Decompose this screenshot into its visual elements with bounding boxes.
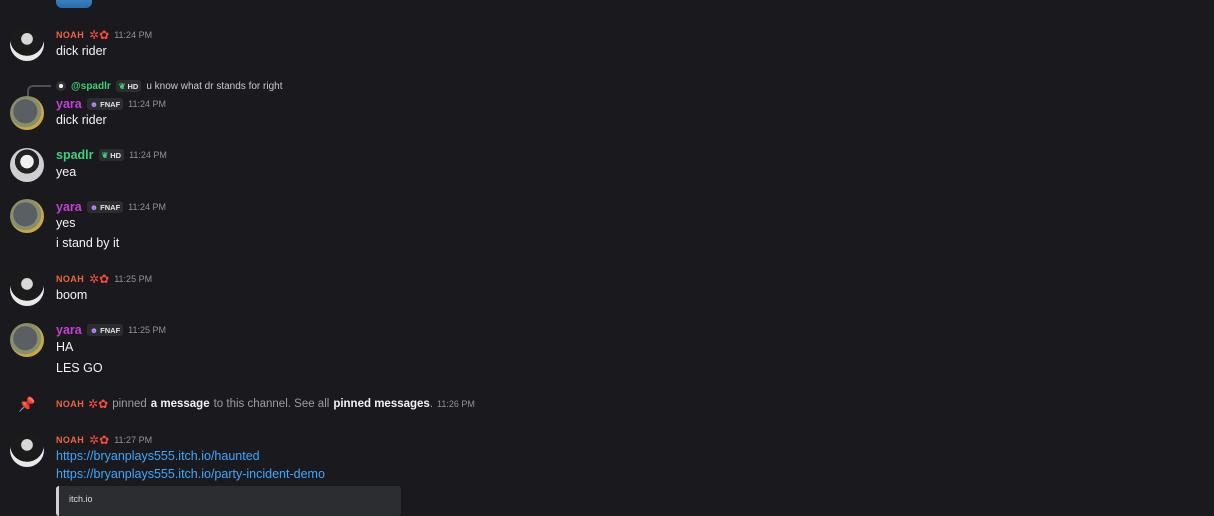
- message-link[interactable]: https://bryanplays555.itch.io/party-inci…: [56, 467, 325, 481]
- avatar[interactable]: [10, 272, 44, 306]
- timestamp: 11:26 PM: [437, 399, 475, 409]
- username[interactable]: spadlr: [56, 148, 94, 162]
- star-burst-icon: ✲✿: [89, 433, 110, 447]
- message-link[interactable]: https://bryanplays555.itch.io/haunted: [56, 449, 260, 463]
- message-text: HA: [56, 340, 74, 354]
- reply-text: u know what dr stands for right: [146, 80, 283, 92]
- fnaf-tag: ☻ FNAF: [86, 201, 124, 213]
- fnaf-tag: ☻ FNAF: [86, 324, 124, 336]
- avatar[interactable]: [10, 323, 44, 357]
- username[interactable]: NOAH: [56, 435, 84, 445]
- skull-icon: ☻: [89, 325, 99, 335]
- reply-preview[interactable]: @spadlr ❦ HD u know what dr stands for ri…: [56, 79, 283, 93]
- avatar[interactable]: [10, 148, 44, 182]
- timestamp: 11:25 PM: [128, 325, 167, 335]
- sticker-image: [56, 0, 92, 8]
- timestamp: 11:25 PM: [114, 274, 153, 284]
- reply-avatar: [56, 81, 66, 91]
- skull-icon: ☻: [89, 202, 99, 212]
- timestamp: 11:27 PM: [114, 435, 153, 445]
- pinned-messages-link[interactable]: pinned messages: [333, 398, 430, 410]
- star-burst-icon: ✲✿: [88, 397, 109, 411]
- leaf-icon: ❦: [101, 150, 109, 160]
- message-text: dick rider: [56, 113, 107, 127]
- system-text: to this channel. See all: [213, 398, 330, 410]
- timestamp: 11:24 PM: [128, 99, 167, 109]
- hd-tag: ❦ HD: [115, 80, 142, 92]
- message-text: LES GO: [56, 361, 103, 375]
- username[interactable]: yara: [56, 200, 82, 214]
- message-text: yea: [56, 165, 77, 179]
- message-text: i stand by it: [56, 236, 120, 250]
- star-burst-icon: ✲✿: [89, 272, 110, 286]
- username[interactable]: yara: [56, 97, 82, 111]
- system-text: pinned: [112, 398, 147, 410]
- skull-icon: ☻: [89, 99, 99, 109]
- username[interactable]: NOAH: [56, 274, 84, 284]
- avatar[interactable]: [10, 96, 44, 130]
- leaf-icon: ❦: [118, 81, 126, 91]
- username[interactable]: NOAH: [56, 30, 84, 40]
- link-embed[interactable]: itch.io: [56, 486, 401, 516]
- timestamp: 11:24 PM: [129, 150, 167, 160]
- timestamp: 11:24 PM: [128, 202, 167, 212]
- message-text: dick rider: [56, 44, 107, 58]
- fnaf-tag: ☻ FNAF: [86, 98, 124, 110]
- avatar[interactable]: [10, 199, 44, 233]
- pin-icon: 📌: [18, 396, 36, 412]
- reply-author[interactable]: @spadlr: [71, 81, 111, 92]
- timestamp: 11:24 PM: [114, 30, 153, 40]
- star-burst-icon: ✲✿: [89, 28, 110, 42]
- system-text: .: [429, 398, 434, 410]
- system-message: NOAH ✲✿ pinned a message to this channel…: [56, 398, 475, 410]
- pinned-message-link[interactable]: a message: [151, 398, 210, 410]
- avatar[interactable]: [10, 27, 44, 61]
- reply-connector: [27, 85, 51, 97]
- message-text: boom: [56, 288, 88, 302]
- message-text: yes: [56, 216, 76, 230]
- username[interactable]: yara: [56, 323, 82, 337]
- hd-tag: ❦ HD: [98, 149, 125, 161]
- username[interactable]: NOAH: [56, 399, 84, 409]
- avatar[interactable]: [10, 433, 44, 467]
